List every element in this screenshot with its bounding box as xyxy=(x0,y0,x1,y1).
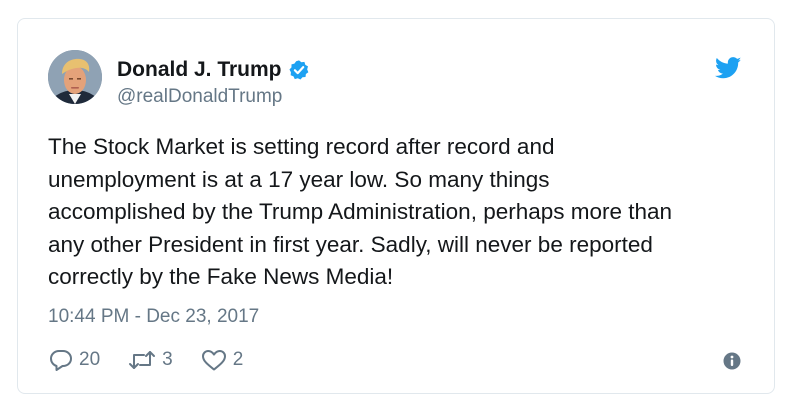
verified-badge-icon xyxy=(288,59,310,81)
tweet-timestamp[interactable]: 10:44 PM - Dec 23, 2017 xyxy=(48,306,259,328)
profile-photo-icon xyxy=(48,50,102,104)
reply-icon xyxy=(48,348,74,372)
author-name[interactable]: Donald J. Trump xyxy=(117,58,282,82)
retweet-button[interactable]: 3 xyxy=(127,348,173,372)
tweet-text: The Stock Market is setting record after… xyxy=(48,134,673,289)
tweet-card: Donald J. Trump @realDonaldTrump The Sto… xyxy=(17,18,775,394)
reply-button[interactable]: 20 xyxy=(48,348,100,372)
author-handle[interactable]: @realDonaldTrump xyxy=(117,86,282,108)
info-icon[interactable] xyxy=(723,352,741,370)
reply-count: 20 xyxy=(79,349,101,370)
twitter-bird-icon[interactable] xyxy=(714,57,742,79)
like-button[interactable]: 2 xyxy=(200,348,244,372)
retweet-count: 3 xyxy=(162,349,173,370)
tweet-actions: 20 3 2 xyxy=(48,347,270,373)
author-name-row: Donald J. Trump xyxy=(117,57,310,83)
heart-icon xyxy=(200,348,228,372)
retweet-icon xyxy=(127,348,157,372)
like-count: 2 xyxy=(232,349,244,370)
avatar[interactable] xyxy=(48,50,102,104)
